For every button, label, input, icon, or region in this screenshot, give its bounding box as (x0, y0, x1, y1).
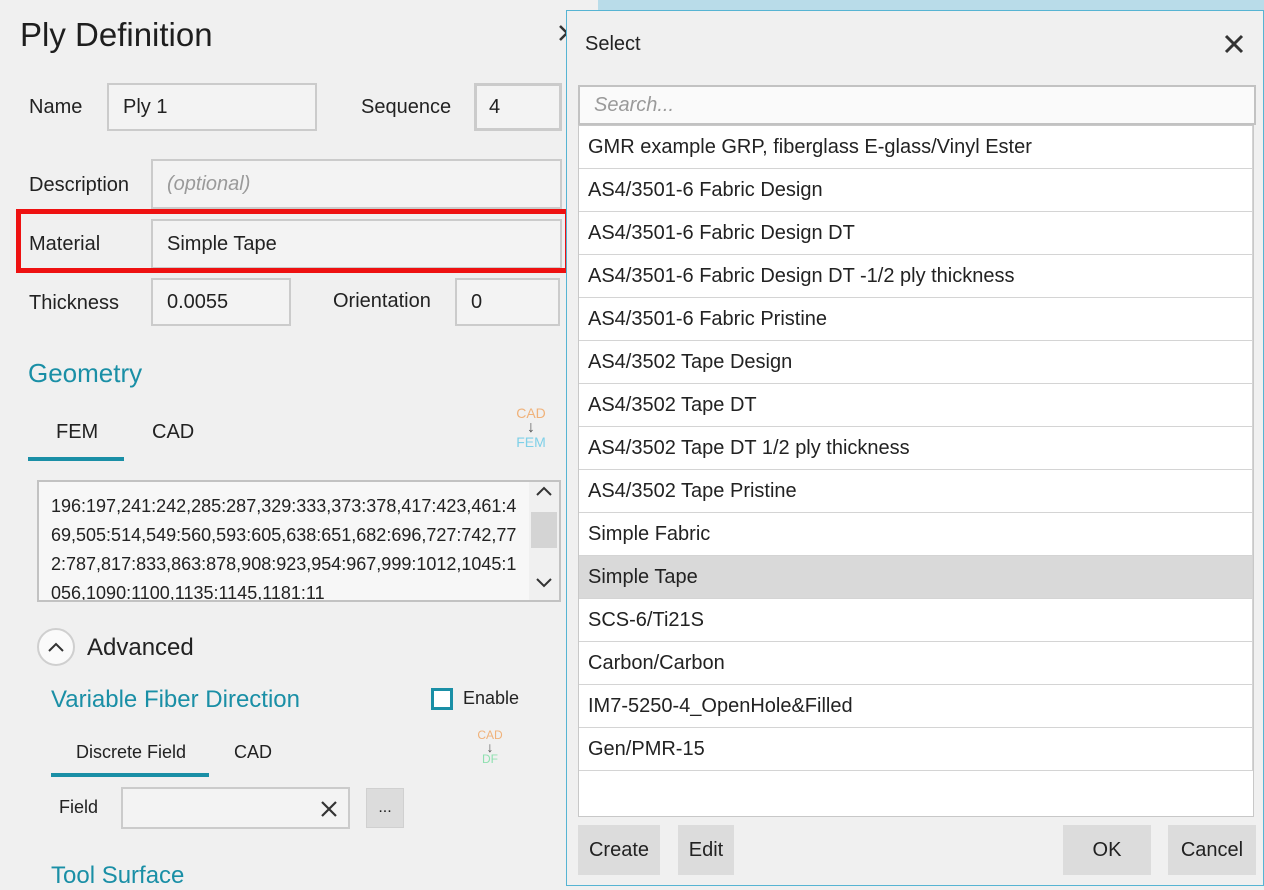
list-item[interactable]: IM7-5250-4_OpenHole&Filled (579, 685, 1253, 728)
advanced-label: Advanced (87, 634, 194, 661)
list-item[interactable]: Carbon/Carbon (579, 642, 1253, 685)
tab-vfd-cad[interactable]: CAD (234, 742, 272, 763)
list-item[interactable]: SCS-6/Ti21S (579, 599, 1253, 642)
tab-discrete-field-underline (51, 773, 209, 777)
thickness-field-value: 0.0055 (167, 290, 229, 313)
orientation-label: Orientation (333, 290, 431, 312)
advanced-toggle-button[interactable] (37, 628, 75, 666)
description-label: Description (29, 174, 130, 196)
cancel-button[interactable]: Cancel (1168, 825, 1256, 875)
list-item[interactable]: AS4/3502 Tape Design (579, 341, 1253, 384)
tab-fem[interactable]: FEM (56, 421, 98, 444)
ply-definition-panel: Ply Definition Name Ply 1 Sequence 4 Des… (0, 0, 599, 889)
elements-text: 196:197,241:242,285:287,329:333,373:378,… (51, 496, 517, 602)
enable-checkbox[interactable] (431, 688, 453, 710)
enable-label: Enable (463, 688, 520, 708)
name-field-value: Ply 1 (123, 95, 168, 118)
chevron-up-icon (48, 642, 64, 652)
elements-scrollbar[interactable] (529, 482, 559, 600)
scroll-up-icon[interactable] (529, 484, 559, 502)
sequence-field-value: 4 (489, 95, 501, 118)
sequence-label: Sequence (361, 96, 452, 118)
geometry-heading: Geometry (28, 358, 143, 388)
edit-button[interactable]: Edit (678, 825, 734, 875)
description-placeholder: (optional) (167, 172, 251, 195)
thickness-label: Thickness (29, 292, 120, 314)
list-item[interactable]: AS4/3502 Tape DT 1/2 ply thickness (579, 427, 1253, 470)
elements-textarea[interactable]: 196:197,241:242,285:287,329:333,373:378,… (37, 480, 561, 602)
description-field[interactable]: (optional) (151, 159, 562, 209)
list-item[interactable]: AS4/3502 Tape DT (579, 384, 1253, 427)
cad-to-df-bottom: DF (482, 752, 498, 766)
search-placeholder: Search... (594, 93, 675, 116)
list-item[interactable]: AS4/3501-6 Fabric Design (579, 169, 1253, 212)
clear-icon[interactable] (320, 800, 338, 818)
scroll-down-icon[interactable] (529, 576, 559, 594)
dialog-close-icon[interactable] (1221, 31, 1247, 57)
cad-to-fem-bottom: FEM (516, 434, 546, 450)
down-arrow-icon: ↓ (527, 419, 535, 436)
cad-to-fem-button[interactable]: CAD ↓ FEM (510, 406, 552, 450)
list-item[interactable]: AS4/3501-6 Fabric Design DT -1/2 ply thi… (579, 255, 1253, 298)
cad-to-df-button[interactable]: CAD ↓ DF (472, 729, 508, 765)
dialog-title: Select (585, 33, 641, 55)
select-dialog: Select Search... GMR example GRP, fiberg… (566, 10, 1264, 886)
scroll-thumb[interactable] (531, 512, 557, 548)
tab-cad[interactable]: CAD (152, 421, 194, 444)
list-item[interactable]: AS4/3501-6 Fabric Design DT (579, 212, 1253, 255)
list-item[interactable]: Gen/PMR-15 (579, 728, 1253, 771)
list-item-selected[interactable]: Simple Tape (579, 556, 1253, 599)
orientation-field-value: 0 (471, 290, 483, 313)
thickness-field[interactable]: 0.0055 (151, 278, 291, 326)
create-button[interactable]: Create (578, 825, 660, 875)
name-field[interactable]: Ply 1 (107, 83, 317, 131)
list-item[interactable]: AS4/3502 Tape Pristine (579, 470, 1253, 513)
name-label: Name (29, 96, 83, 118)
field-input[interactable] (121, 787, 350, 829)
material-list: GMR example GRP, fiberglass E-glass/Viny… (578, 125, 1254, 817)
list-item[interactable]: Simple Fabric (579, 513, 1253, 556)
search-input[interactable]: Search... (578, 85, 1256, 125)
vfd-heading: Variable Fiber Direction (51, 686, 300, 713)
tab-discrete-field[interactable]: Discrete Field (76, 742, 186, 763)
orientation-field[interactable]: 0 (455, 278, 560, 326)
ok-button[interactable]: OK (1063, 825, 1151, 875)
material-highlight-box (16, 209, 570, 273)
browse-field-button[interactable]: ... (366, 788, 404, 828)
list-item[interactable]: AS4/3501-6 Fabric Pristine (579, 298, 1253, 341)
field-label: Field (59, 797, 99, 817)
tab-fem-underline (28, 457, 124, 461)
sequence-field[interactable]: 4 (474, 83, 562, 131)
page-title: Ply Definition (20, 16, 213, 53)
list-item[interactable]: GMR example GRP, fiberglass E-glass/Viny… (579, 126, 1253, 169)
